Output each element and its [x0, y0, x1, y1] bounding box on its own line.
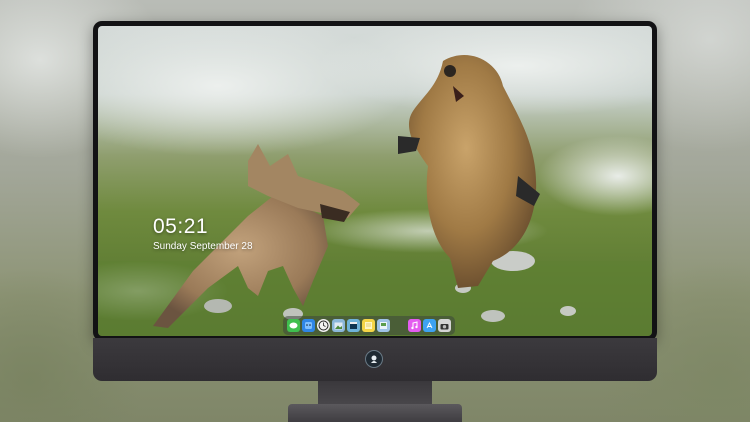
- wallpaper-photo: [98, 26, 652, 336]
- monitor-chin: [93, 338, 657, 381]
- finder-icon[interactable]: [302, 319, 315, 332]
- messages-icon[interactable]: [287, 319, 300, 332]
- appstore-icon[interactable]: [423, 319, 436, 332]
- brand-logo-icon: [365, 350, 383, 368]
- notes-icon[interactable]: [362, 319, 375, 332]
- lock-screen-clock: 05:21 Sunday September 28: [153, 215, 253, 252]
- preview-icon[interactable]: [377, 319, 390, 332]
- camera-icon[interactable]: [438, 319, 451, 332]
- monitor-stand-base: [288, 404, 462, 422]
- photo-icon[interactable]: [332, 319, 345, 332]
- clapper-icon[interactable]: [347, 319, 360, 332]
- clock-date: Sunday September 28: [153, 241, 253, 252]
- monitor: 05:21 Sunday September 28: [93, 21, 657, 341]
- dock: [283, 316, 455, 335]
- clock-time: 05:21: [153, 215, 209, 238]
- clock-icon[interactable]: [317, 319, 330, 332]
- music-icon[interactable]: [408, 319, 421, 332]
- lock-screen-wallpaper: 05:21 Sunday September 28: [98, 26, 652, 336]
